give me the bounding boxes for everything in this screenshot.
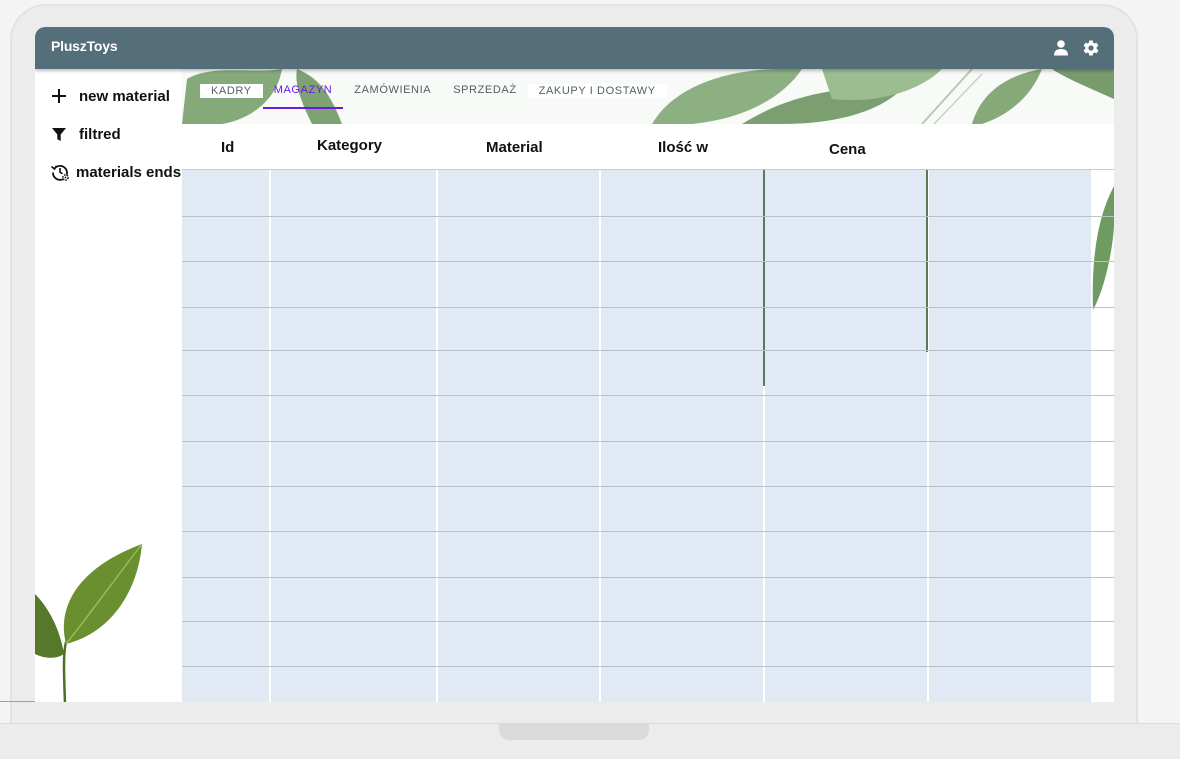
sidebar-item-label: new material	[79, 87, 170, 105]
leaf-decoration	[35, 543, 143, 702]
brand-logo[interactable]: PluszToys	[51, 38, 118, 54]
plus-icon	[49, 86, 69, 106]
filter-icon	[49, 124, 69, 144]
table-column-ilosc	[601, 170, 763, 702]
table-header: Id Kategory Material Ilość w Cena	[182, 125, 1114, 170]
sidebar-item-label: filtred	[79, 125, 121, 143]
column-header-id[interactable]: Id	[221, 125, 234, 170]
history-settings-icon	[50, 162, 70, 182]
sidebar-item-materials-ends[interactable]: materials ends	[50, 160, 181, 184]
row-divider	[182, 666, 1114, 667]
table-column-material	[438, 170, 599, 702]
leaf-decoration	[1092, 186, 1114, 310]
user-icon[interactable]	[1052, 39, 1070, 57]
row-divider	[182, 441, 1114, 442]
sidebar-item-new-material[interactable]: new material	[49, 84, 170, 108]
column-header-kategory[interactable]: Kategory	[317, 123, 382, 168]
sidebar: new material filtred materials ends	[35, 69, 182, 702]
row-divider	[182, 577, 1114, 578]
row-divider	[182, 621, 1114, 622]
row-divider	[182, 261, 1114, 262]
row-divider	[182, 307, 1114, 308]
column-header-material[interactable]: Material	[486, 125, 543, 170]
column-header-ilosc[interactable]: Ilość w	[658, 125, 708, 170]
divider	[763, 170, 765, 386]
tab-sprzedaz[interactable]: SPRZEDAŻ	[442, 81, 527, 109]
row-divider	[182, 395, 1114, 396]
row-divider	[182, 486, 1114, 487]
table-column-cena	[765, 170, 927, 702]
tab-kadry[interactable]: KADRY	[200, 84, 263, 98]
main-content: KADRY MAGAZYN ZAMÓWIENIA SPRZEDAŻ ZAKUPY…	[182, 69, 1114, 702]
row-divider	[182, 350, 1114, 351]
app-screen: PluszToys new material filtred materials…	[35, 27, 1114, 702]
table-column-kategory	[271, 170, 436, 702]
row-divider	[182, 531, 1114, 532]
sidebar-item-filtred[interactable]: filtred	[49, 122, 121, 146]
tab-magazyn[interactable]: MAGAZYN	[262, 81, 344, 109]
column-header-cena[interactable]: Cena	[829, 127, 866, 172]
table-column-id	[182, 170, 269, 702]
tab-zakupy-i-dostawy[interactable]: ZAKUPY I DOSTAWY	[527, 84, 667, 98]
sidebar-item-label: materials ends	[76, 163, 182, 181]
app-bar: PluszToys	[35, 27, 1114, 69]
tab-zamowienia[interactable]: ZAMÓWIENIA	[343, 81, 442, 109]
gear-icon[interactable]	[1082, 39, 1100, 57]
laptop-notch	[499, 723, 649, 740]
row-divider	[182, 216, 1114, 217]
tab-bar: KADRY MAGAZYN ZAMÓWIENIA SPRZEDAŻ ZAKUPY…	[200, 81, 667, 111]
table-column-extra	[929, 170, 1091, 702]
table-body	[182, 170, 1114, 702]
